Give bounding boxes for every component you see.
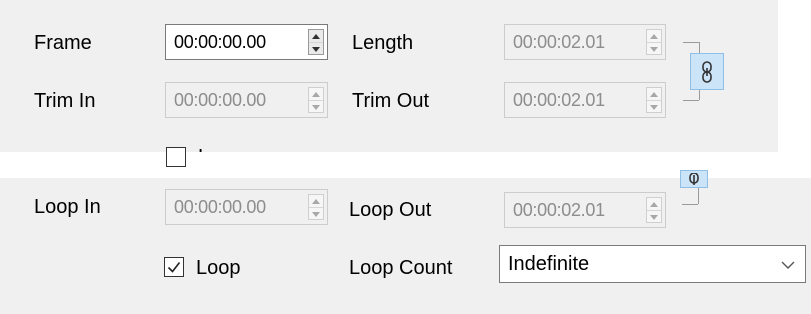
checkmark-icon — [167, 262, 181, 273]
loop-settings-panel: Loop In 00:00:00.00 Loop Out 00:00:02.01… — [0, 170, 811, 314]
loop-count-label: Loop Count — [349, 257, 453, 279]
loop-out-spinbox[interactable]: 00:00:02.01 — [504, 192, 666, 228]
loop-out-spin-buttons[interactable] — [646, 197, 662, 223]
loop-label-top: Loop — [198, 145, 243, 152]
loop-bracket-vertical — [698, 188, 699, 204]
arrow-down-icon — [312, 46, 320, 52]
frame-value[interactable]: 00:00:00.00 — [174, 25, 266, 59]
loop-out-label: Loop Out — [349, 199, 432, 221]
loop-in-increment-button[interactable] — [309, 195, 323, 207]
loop-checkbox[interactable] — [164, 257, 184, 277]
arrow-down-icon — [312, 211, 320, 217]
frame-spinbox[interactable]: 00:00:00.00 — [165, 24, 328, 60]
length-decrement-button[interactable] — [647, 42, 661, 55]
loop-count-dropdown[interactable]: Indefinite — [499, 245, 806, 283]
length-value[interactable]: 00:00:02.01 — [513, 25, 605, 59]
arrow-up-icon — [650, 91, 658, 97]
trim-out-label: Trim Out — [352, 90, 430, 112]
loop-bracket-bottom — [682, 204, 698, 205]
loop-in-spin-buttons[interactable] — [308, 194, 324, 220]
length-spin-buttons[interactable] — [646, 29, 662, 55]
link-bracket-bottom-vertical — [699, 90, 700, 100]
frame-spin-buttons[interactable] — [308, 29, 324, 55]
time-settings-panel: Frame 00:00:00.00 Length 00:00:02.01 Tri… — [0, 0, 778, 167]
arrow-down-icon — [650, 214, 658, 220]
trim-out-spinbox[interactable]: 00:00:02.01 — [504, 82, 666, 118]
arrow-up-icon — [650, 33, 658, 39]
loop-in-label: Loop In — [34, 196, 101, 218]
chain-link-icon — [702, 60, 712, 83]
loop-out-decrement-button[interactable] — [647, 210, 661, 223]
chain-link-icon — [689, 173, 699, 185]
trim-in-value[interactable]: 00:00:00.00 — [174, 83, 266, 117]
loop-label: Loop — [196, 257, 241, 279]
loop-out-value[interactable]: 00:00:02.01 — [513, 193, 605, 227]
trim-out-value[interactable]: 00:00:02.01 — [513, 83, 605, 117]
arrow-down-icon — [650, 104, 658, 110]
link-toggle-button[interactable] — [690, 53, 724, 90]
loop-in-value[interactable]: 00:00:00.00 — [174, 190, 266, 224]
trim-in-spin-buttons[interactable] — [308, 87, 324, 113]
trim-in-decrement-button[interactable] — [309, 100, 323, 113]
arrow-up-icon — [312, 91, 320, 97]
loop-count-value[interactable]: Indefinite — [508, 246, 589, 282]
loop-in-decrement-button[interactable] — [309, 207, 323, 220]
arrow-up-icon — [312, 198, 320, 204]
chevron-down-icon — [781, 261, 795, 269]
loop-out-increment-button[interactable] — [647, 198, 661, 210]
arrow-up-icon — [312, 33, 320, 39]
link-bracket-top — [683, 42, 699, 43]
frame-label: Frame — [34, 32, 92, 54]
frame-decrement-button[interactable] — [309, 42, 323, 55]
loop-in-spinbox[interactable]: 00:00:00.00 — [165, 189, 328, 225]
arrow-down-icon — [312, 104, 320, 110]
trim-out-decrement-button[interactable] — [647, 100, 661, 113]
loop-checkbox-top[interactable] — [166, 147, 186, 167]
arrow-up-icon — [650, 201, 658, 207]
link-bracket-bottom — [683, 100, 699, 101]
length-label: Length — [352, 32, 414, 54]
length-increment-button[interactable] — [647, 30, 661, 42]
trim-in-increment-button[interactable] — [309, 88, 323, 100]
trim-out-increment-button[interactable] — [647, 88, 661, 100]
trim-in-spinbox[interactable]: 00:00:00.00 — [165, 82, 328, 118]
length-spinbox[interactable]: 00:00:02.01 — [504, 24, 666, 60]
trim-in-label: Trim In — [34, 90, 96, 112]
loop-link-toggle-button[interactable] — [680, 170, 708, 188]
trim-out-spin-buttons[interactable] — [646, 87, 662, 113]
frame-increment-button[interactable] — [309, 30, 323, 42]
arrow-down-icon — [650, 46, 658, 52]
